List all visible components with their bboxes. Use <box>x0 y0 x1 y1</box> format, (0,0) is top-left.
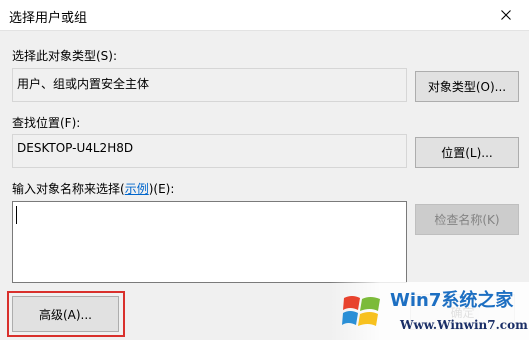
object-names-label: 输入对象名称来选择(示例)(E): <box>12 180 174 197</box>
object-type-label: 选择此对象类型(S): <box>12 49 118 63</box>
object-types-button[interactable]: 对象类型(O)... <box>415 71 519 102</box>
windows-logo-icon <box>342 296 380 326</box>
ok-button-label: 确定 <box>450 305 475 320</box>
location-value: DESKTOP-U4L2H8D <box>17 141 134 155</box>
location-field: DESKTOP-U4L2H8D <box>12 134 407 168</box>
ok-button[interactable]: 确定 <box>410 294 515 330</box>
locations-button[interactable]: 位置(L)... <box>415 137 519 168</box>
object-names-label-prefix: 输入对象名称来选择( <box>12 182 125 196</box>
highlight-box <box>7 291 125 337</box>
locations-button-label: 位置(L)... <box>441 146 493 160</box>
examples-link[interactable]: 示例 <box>125 182 149 196</box>
object-names-textarea[interactable] <box>12 201 407 283</box>
object-type-field: 用户、组或内置安全主体 <box>12 68 407 102</box>
object-type-value: 用户、组或内置安全主体 <box>17 77 150 91</box>
close-button[interactable] <box>483 0 529 30</box>
window-title: 选择用户或组 <box>9 11 88 26</box>
location-label: 查找位置(F): <box>12 116 81 130</box>
text-caret <box>16 206 17 224</box>
check-names-button-label: 检查名称(K) <box>434 213 500 227</box>
object-types-button-label: 对象类型(O)... <box>427 80 507 94</box>
check-names-button[interactable]: 检查名称(K) <box>415 204 519 235</box>
close-icon <box>501 10 511 20</box>
object-names-label-suffix: )(E): <box>148 182 175 196</box>
title-bar: 选择用户或组 <box>0 0 529 31</box>
